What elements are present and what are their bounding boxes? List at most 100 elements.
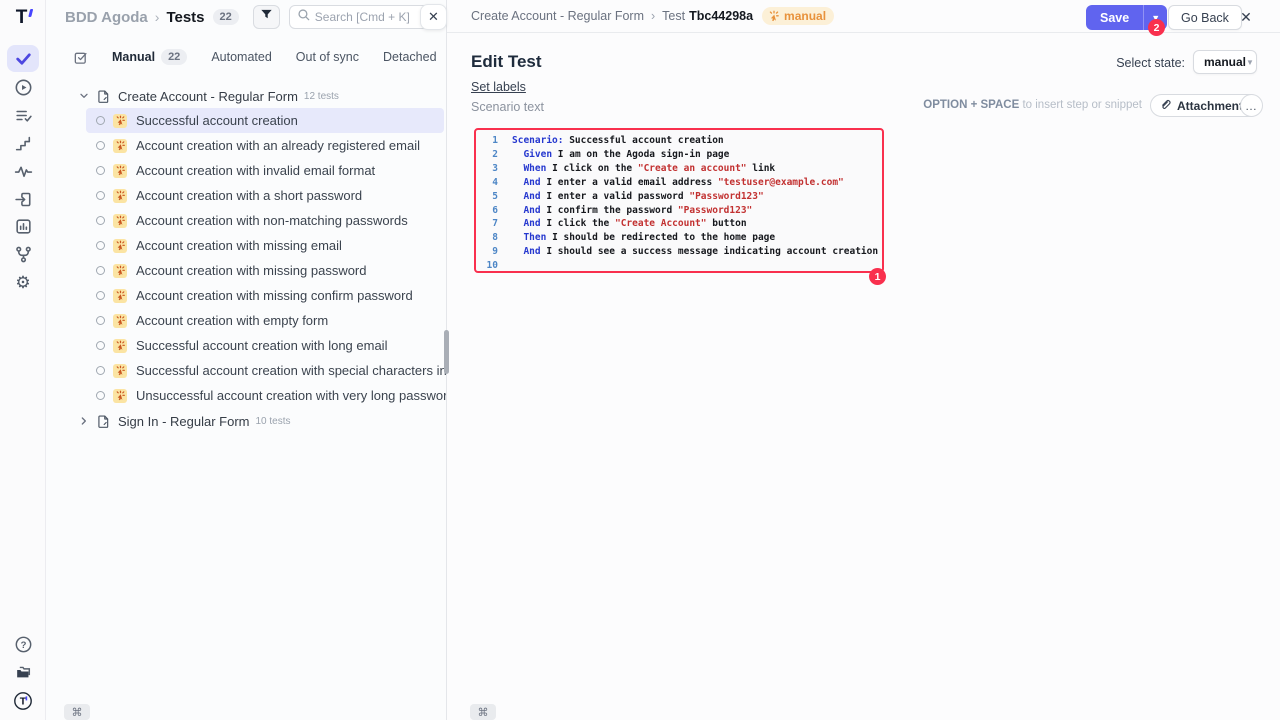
test-item[interactable]: Account creation with empty form — [86, 308, 444, 333]
suite-sign-in[interactable]: Sign In - Regular Form 10 tests — [46, 409, 446, 433]
rail-item-import[interactable] — [7, 186, 39, 213]
suite-count: 10 tests — [256, 416, 291, 427]
search-icon — [297, 8, 310, 26]
box-arrow-in-icon — [14, 190, 33, 209]
tree-close-button[interactable]: ✕ — [420, 4, 447, 30]
manual-test-icon — [113, 139, 127, 153]
tab-manual-label: Manual — [112, 50, 155, 64]
test-state-circle[interactable] — [96, 391, 105, 400]
search-input[interactable] — [315, 10, 423, 24]
manual-test-icon — [113, 114, 127, 128]
more-options-button[interactable]: … — [1240, 94, 1263, 117]
manual-test-icon — [113, 289, 127, 303]
panel-resize-handle[interactable] — [444, 330, 449, 374]
suite-title[interactable]: Create Account - Regular Form — [118, 89, 298, 104]
manual-test-icon — [113, 164, 127, 178]
tab-detached[interactable]: Detached — [383, 50, 437, 64]
keyboard-shortcut-badge[interactable]: ⌘ — [470, 704, 496, 720]
rail-item-steps[interactable] — [7, 130, 39, 157]
tab-manual-count: 22 — [161, 49, 187, 65]
editor-line: And I confirm the password "Password123" — [512, 204, 878, 218]
rail-item-plans[interactable] — [7, 102, 39, 129]
tab-manual[interactable]: Manual 22 — [112, 49, 187, 65]
test-state-circle[interactable] — [96, 366, 105, 375]
chevron-down-icon: ▼ — [1246, 58, 1254, 67]
editor-line: Then I should be redirected to the home … — [512, 231, 878, 245]
rail-item-projects[interactable] — [7, 659, 39, 686]
rail-item-brand[interactable]: T — [7, 687, 39, 714]
state-select-dropdown[interactable]: manual ▼ — [1193, 50, 1257, 74]
manual-test-icon — [113, 189, 127, 203]
test-state-circle[interactable] — [96, 241, 105, 250]
tab-out-of-sync[interactable]: Out of sync — [296, 50, 359, 64]
stairs-icon — [14, 134, 33, 153]
test-state-circle[interactable] — [96, 116, 105, 125]
snippet-hint-rest: to insert step or snippet — [1019, 99, 1142, 111]
manual-state-badge: manual — [762, 7, 834, 25]
keyboard-shortcut-badge[interactable]: ⌘ — [64, 704, 90, 720]
edit-test-panel: Create Account - Regular Form › Test Tbc… — [447, 0, 1280, 720]
rail-item-settings[interactable]: ⚙ — [7, 269, 39, 296]
bulk-select-icon[interactable] — [73, 50, 88, 65]
test-item[interactable]: Account creation with invalid email form… — [86, 158, 444, 183]
manual-test-icon — [113, 339, 127, 353]
rail-item-pulse[interactable] — [7, 158, 39, 185]
editor-line: And I click the "Create Account" button — [512, 217, 878, 231]
test-state-circle[interactable] — [96, 216, 105, 225]
file-icon — [96, 89, 111, 104]
list-check-icon — [14, 106, 33, 125]
rail-item-tests[interactable] — [7, 45, 39, 72]
tests-filter-tabs: Manual22 Automated Out of sync Detached … — [46, 44, 446, 70]
suite-title[interactable]: Sign In - Regular Form — [118, 414, 250, 429]
go-back-button[interactable]: Go Back — [1168, 5, 1242, 30]
svg-text:?: ? — [20, 640, 26, 651]
test-state-circle[interactable] — [96, 266, 105, 275]
test-state-circle[interactable] — [96, 191, 105, 200]
tab-automated[interactable]: Automated — [211, 50, 271, 64]
test-item[interactable]: Unsuccessful account creation with very … — [86, 383, 444, 408]
set-labels-link[interactable]: Set labels — [471, 80, 526, 94]
close-icon[interactable]: ✕ — [1236, 7, 1256, 27]
breadcrumb-folder[interactable]: Create Account - Regular Form — [471, 9, 644, 23]
rail-item-runs[interactable] — [7, 74, 39, 101]
breadcrumb-section[interactable]: Tests — [166, 9, 204, 26]
logo-accent — [29, 9, 34, 17]
chevron-down-icon[interactable] — [78, 90, 90, 102]
test-item[interactable]: Successful account creation — [86, 108, 444, 133]
test-item[interactable]: Account creation with a short password — [86, 183, 444, 208]
page-title: Edit Test — [471, 52, 542, 72]
test-item[interactable]: Account creation with non-matching passw… — [86, 208, 444, 233]
test-item[interactable]: Account creation with an already registe… — [86, 133, 444, 158]
rail-item-reports[interactable] — [7, 213, 39, 240]
scenario-editor[interactable]: 12345678910 Scenario: Successful account… — [474, 128, 884, 273]
editor-code[interactable]: Scenario: Successful account creation Gi… — [512, 134, 878, 271]
tests-tree-panel: BDD Agoda › Tests 22 ✕ Manual22 Automate… — [46, 0, 446, 720]
funnel-icon — [259, 7, 274, 27]
rail-item-branches[interactable] — [7, 241, 39, 268]
test-item[interactable]: Successful account creation with long em… — [86, 333, 444, 358]
filter-button[interactable] — [253, 5, 280, 29]
search-box[interactable] — [289, 5, 431, 29]
test-item-label: Successful account creation with special… — [136, 363, 481, 378]
chevron-right-icon[interactable] — [78, 415, 90, 427]
test-item-label: Account creation with non-matching passw… — [136, 213, 408, 228]
test-item[interactable]: Account creation with missing confirm pa… — [86, 283, 444, 308]
save-button[interactable]: Save — [1086, 5, 1143, 30]
rail-item-help[interactable]: ? — [7, 631, 39, 658]
suite-count: 12 tests — [304, 91, 339, 102]
annotation-marker-1: 1 — [869, 268, 886, 285]
test-state-circle[interactable] — [96, 341, 105, 350]
test-item[interactable]: Account creation with missing password — [86, 258, 444, 283]
test-item[interactable]: Successful account creation with special… — [86, 358, 444, 383]
test-state-circle[interactable] — [96, 141, 105, 150]
app-logo[interactable]: T — [0, 4, 46, 32]
test-state-circle[interactable] — [96, 316, 105, 325]
test-item-label: Account creation with a short password — [136, 188, 362, 203]
tests-count-badge: 22 — [213, 9, 239, 25]
suite-create-account[interactable]: Create Account - Regular Form 12 tests — [46, 84, 446, 108]
breadcrumb-project[interactable]: BDD Agoda — [65, 9, 148, 26]
test-state-circle[interactable] — [96, 291, 105, 300]
check-icon — [14, 49, 33, 68]
test-item[interactable]: Account creation with missing email — [86, 233, 444, 258]
test-state-circle[interactable] — [96, 166, 105, 175]
